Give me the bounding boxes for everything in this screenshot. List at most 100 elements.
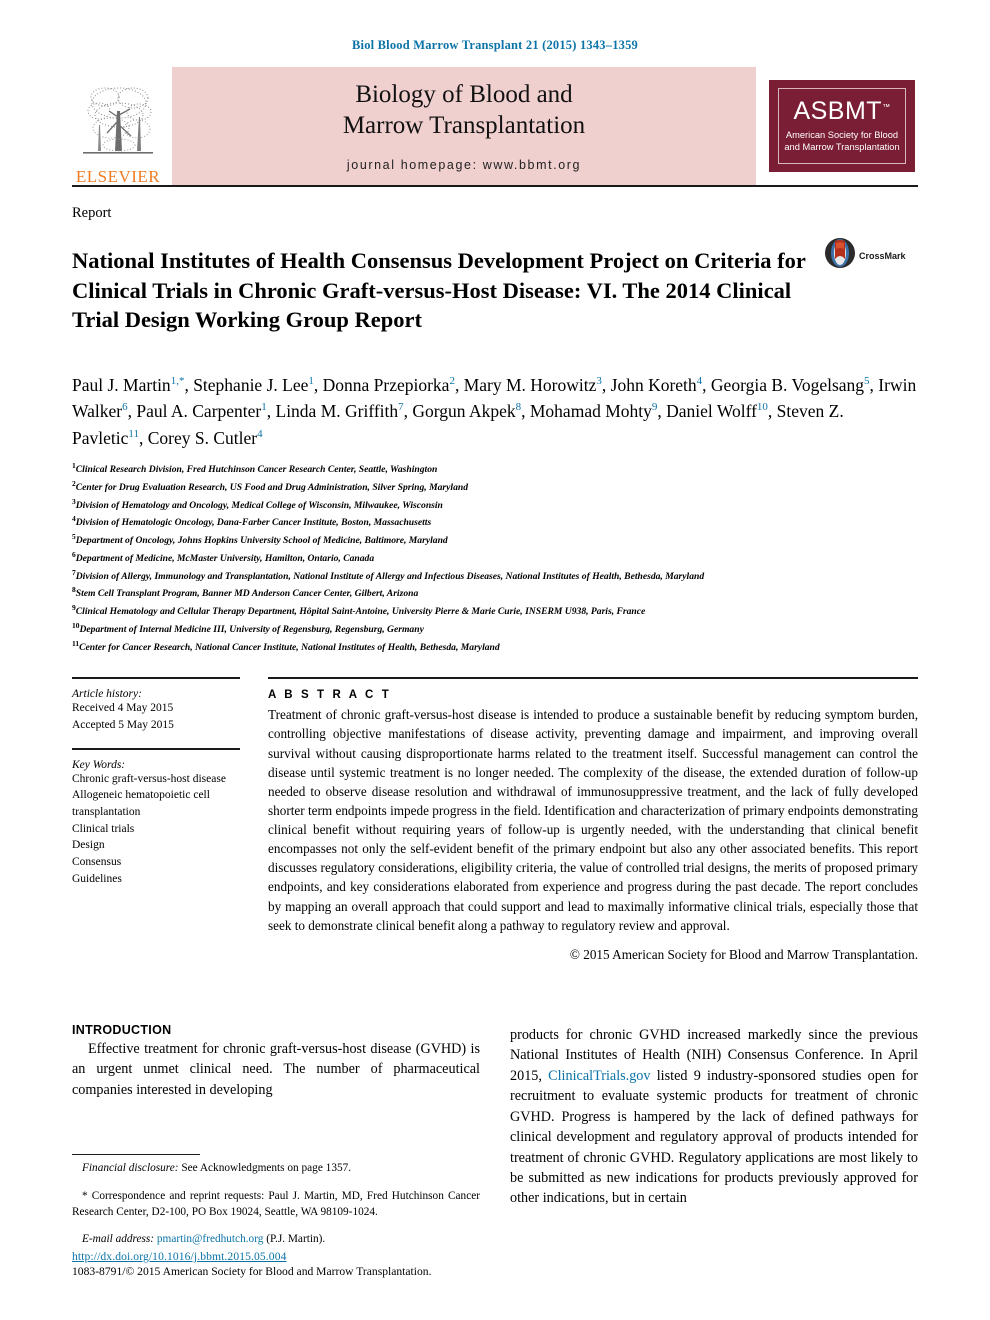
author-name: Georgia B. Vogelsang: [710, 374, 865, 395]
crossmark-label: CrossMark: [859, 250, 906, 261]
affiliation-item: 10Department of Internal Medicine III, U…: [72, 620, 424, 635]
meta-rule-top: [72, 677, 240, 680]
keyword-item: Allogeneic hematopoietic cell transplant…: [72, 789, 210, 818]
elsevier-tree-icon: [79, 81, 157, 167]
footnote-email: E-mail address: pmartin@fredhutch.org (P…: [72, 1231, 480, 1247]
trademark-symbol: ™: [882, 102, 891, 112]
page-footer: http://dx.doi.org/10.1016/j.bbmt.2015.05…: [72, 1250, 492, 1278]
abstract-label: A B S T R A C T: [268, 689, 392, 702]
running-head: Biol Blood Marrow Transplant 21 (2015) 1…: [351, 38, 638, 52]
keywords-label: Key Words:: [72, 758, 126, 771]
affiliation-item: 8Stem Cell Transplant Program, Banner MD…: [72, 585, 419, 600]
affiliation-item: 7Division of Allergy, Immunology and Tra…: [72, 567, 705, 582]
author-list: Paul J. Martin1,*, Stephanie J. Lee1, Do…: [72, 374, 917, 448]
keyword-item: Design: [72, 839, 105, 852]
footnote-correspondence: * Correspondence and reprint requests: P…: [72, 1189, 480, 1218]
footnote-email-suffix: (P.J. Martin).: [263, 1232, 326, 1245]
author-affiliation-marker: 7: [398, 401, 404, 414]
author-affiliation-marker: 10: [756, 401, 768, 414]
keyword-item: Guidelines: [72, 872, 122, 885]
author-name: Linda M. Griffith: [275, 401, 399, 422]
abstract-column: A B S T R A C T Treatment of chronic gra…: [252, 677, 918, 963]
affiliation-item: 3Division of Hematology and Oncology, Me…: [72, 496, 443, 511]
keyword-item: Consensus: [72, 855, 122, 868]
elsevier-logo: ELSEVIER: [72, 67, 164, 185]
footnote-financial-label: Financial disclosure:: [82, 1162, 179, 1175]
author-affiliation-marker: 5: [864, 374, 870, 387]
author-affiliation-marker: 11: [128, 427, 139, 440]
footnote-financial-text: See Acknowledgments on page 1357.: [178, 1162, 352, 1175]
affiliation-item: 5Department of Oncology, Johns Hopkins U…: [72, 532, 448, 547]
email-link[interactable]: pmartin@fredhutch.org: [157, 1233, 264, 1245]
footnote-rule: [72, 1154, 200, 1156]
journal-title-line-1: Biology of Blood and: [355, 81, 573, 108]
author-name: Daniel Wolff: [666, 401, 757, 422]
affiliation-item: 9Clinical Hematology and Cellular Therap…: [72, 603, 646, 618]
affiliation-item: 4Division of Hematologic Oncology, Dana-…: [72, 514, 432, 529]
doi-link[interactable]: http://dx.doi.org/10.1016/j.bbmt.2015.05…: [72, 1250, 492, 1263]
author-affiliation-marker: 1,*: [170, 374, 185, 387]
journal-homepage[interactable]: journal homepage: www.bbmt.org: [347, 158, 581, 172]
asbmt-acronym: ASBMT: [793, 96, 883, 125]
body-columns: INTRODUCTION Effective treatment for chr…: [72, 1023, 918, 1258]
intro-paragraph-left: Effective treatment for chronic graft-ve…: [72, 1040, 480, 1098]
author-affiliation-marker: 1: [261, 401, 267, 414]
crossmark-icon: [824, 237, 856, 274]
abstract-text: Treatment of chronic graft-versus-host d…: [268, 707, 918, 933]
section-heading-introduction: INTRODUCTION: [72, 1022, 172, 1037]
page-title: National Institutes of Health Consensus …: [72, 248, 806, 332]
author-affiliation-marker: 2: [449, 374, 455, 387]
author-affiliation-marker: 9: [651, 401, 658, 414]
author-name: Paul J. Martin: [72, 374, 171, 395]
author-affiliation-marker: 4: [257, 427, 263, 440]
affiliation-list: 1Clinical Research Division, Fred Hutchi…: [72, 460, 918, 655]
article-history-line: Received 4 May 2015: [72, 702, 174, 715]
elsevier-wordmark: ELSEVIER: [75, 167, 161, 186]
affiliation-item: 1Clinical Research Division, Fred Hutchi…: [72, 461, 438, 476]
crossmark-badge[interactable]: CrossMark: [824, 237, 918, 274]
journal-title-band: Biology of Blood and Marrow Transplantat…: [172, 67, 756, 185]
footnote-financial-disclosure: Financial disclosure: See Acknowledgment…: [72, 1160, 480, 1176]
article-history-lines: Received 4 May 2015 Accepted 5 May 2015: [72, 700, 240, 733]
journal-title-line-2: Marrow Transplantation: [342, 111, 586, 139]
author-name: Paul A. Carpenter: [136, 401, 262, 422]
abstract-copyright: © 2015 American Society for Blood and Ma…: [569, 946, 918, 962]
asbmt-name-line-1: American Society for Blood: [785, 129, 899, 140]
footnote-email-label: E-mail address:: [82, 1232, 155, 1245]
issn-copyright-line: 1083-8791/© 2015 American Society for Bl…: [72, 1265, 432, 1278]
affiliation-item: 2Center for Drug Evaluation Research, US…: [72, 479, 469, 494]
body-column-left: INTRODUCTION Effective treatment for chr…: [72, 1023, 480, 1258]
abstract-block: Article history: Received 4 May 2015 Acce…: [72, 677, 918, 963]
author-affiliation-marker: 4: [696, 374, 703, 387]
affiliation-item: 6Department of Medicine, McMaster Univer…: [72, 549, 375, 565]
author-affiliation-marker: 3: [596, 374, 602, 387]
article-type-label: Report: [72, 205, 112, 221]
author-affiliation-marker: 6: [122, 401, 128, 414]
intro-paragraph-right: products for chronic GVHD increased mark…: [510, 1025, 918, 1209]
meta-rule-mid: [72, 747, 240, 750]
body-column-right: products for chronic GVHD increased mark…: [510, 1023, 918, 1258]
author-name: John Koreth: [610, 374, 697, 395]
intro-right-part2: listed 9 industry-sponsored studies open…: [510, 1067, 919, 1207]
author-name: Donna Przepiorka: [322, 374, 450, 395]
keyword-item: Chronic graft-versus-host disease: [72, 772, 226, 785]
article-meta-sidebar: Article history: Received 4 May 2015 Acce…: [72, 677, 252, 963]
article-page: Biol Blood Marrow Transplant 21 (2015) 1…: [0, 0, 990, 1320]
author-name: Corey S. Cutler: [147, 427, 258, 448]
keyword-list: Chronic graft-versus-host disease Allogen…: [72, 771, 240, 888]
author-name: Gorgun Akpek: [412, 401, 516, 422]
author-affiliation-marker: 8: [515, 401, 522, 414]
affiliation-item: 11Center for Cancer Research, National C…: [72, 638, 500, 653]
abstract-rule-top: [268, 677, 918, 680]
keyword-item: Clinical trials: [72, 822, 135, 835]
article-history-line: Accepted 5 May 2015: [72, 718, 174, 731]
author-name: Mohamad Mohty: [529, 401, 652, 422]
article-history-label: Article history:: [72, 688, 142, 701]
asbmt-name-line-2: and Marrow Transplantation: [784, 141, 900, 152]
author-affiliation-marker: 1: [308, 374, 314, 387]
title-row: National Institutes of Health Consensus …: [72, 231, 918, 350]
asbmt-logo: ASBMT™ American Society for Blood and Ma…: [766, 67, 918, 185]
journal-masthead: ELSEVIER Biology of Blood and Marrow Tra…: [72, 67, 918, 187]
author-name: Stephanie J. Lee: [193, 374, 309, 395]
clinicaltrials-link[interactable]: ClinicalTrials.gov: [548, 1068, 650, 1084]
